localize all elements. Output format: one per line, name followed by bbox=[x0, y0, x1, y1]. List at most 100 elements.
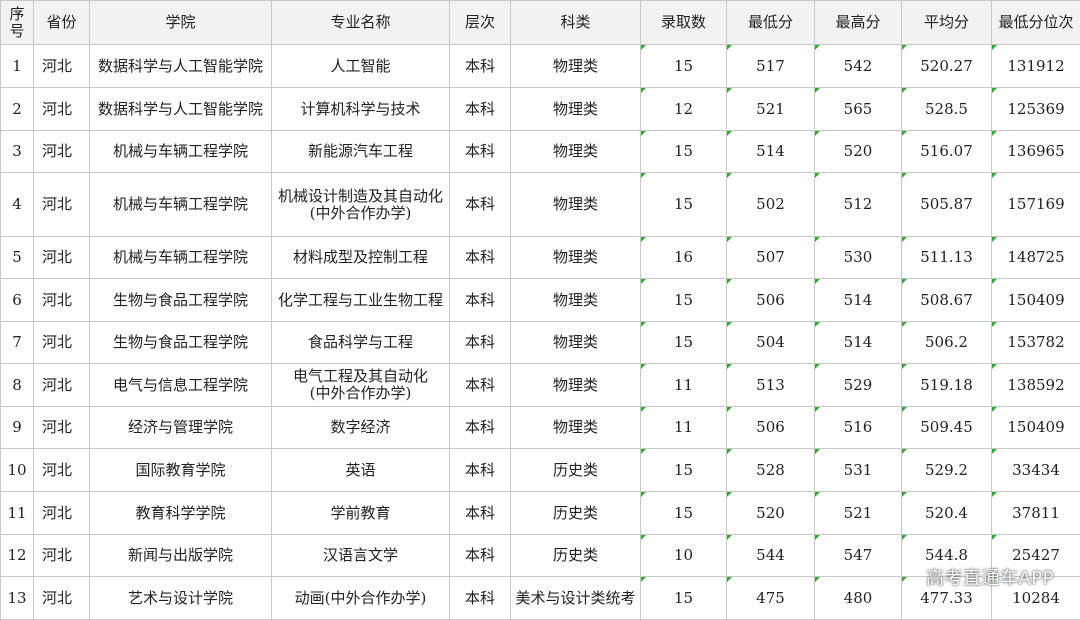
header-row: 序号省份学院专业名称层次科类录取数最低分最高分平均分最低分位次 bbox=[1, 1, 1080, 45]
cell-subject-type: 物理类 bbox=[511, 131, 641, 173]
cell-province: 河北 bbox=[34, 279, 90, 322]
cell-max-score: 520 bbox=[815, 131, 902, 173]
cell-province: 河北 bbox=[34, 364, 90, 407]
watermark: 高考直通车APP bbox=[926, 564, 1054, 590]
cell-province: 河北 bbox=[34, 407, 90, 449]
column-header-subject-type: 科类 bbox=[511, 1, 641, 45]
table-body: 1河北数据科学与人工智能学院人工智能本科物理类15517542520.27131… bbox=[1, 45, 1080, 620]
cell-max-score: 565 bbox=[815, 88, 902, 131]
cell-avg-score: 511.13 bbox=[902, 237, 992, 279]
cell-max-score: 514 bbox=[815, 322, 902, 364]
cell-seq: 3 bbox=[1, 131, 34, 173]
cell-level: 本科 bbox=[450, 535, 511, 577]
column-header-max-score: 最高分 bbox=[815, 1, 902, 45]
column-header-college: 学院 bbox=[90, 1, 272, 45]
cell-seq: 6 bbox=[1, 279, 34, 322]
cell-major: 数字经济 bbox=[272, 407, 450, 449]
cell-min-score: 513 bbox=[727, 364, 815, 407]
column-header-avg-score: 平均分 bbox=[902, 1, 992, 45]
cell-avg-score: 520.27 bbox=[902, 45, 992, 88]
cell-province: 河北 bbox=[34, 322, 90, 364]
cell-seq: 4 bbox=[1, 173, 34, 237]
column-header-level: 层次 bbox=[450, 1, 511, 45]
cell-min-rank: 148725 bbox=[992, 237, 1080, 279]
cell-min-score: 528 bbox=[727, 449, 815, 492]
cell-max-score: 516 bbox=[815, 407, 902, 449]
cell-level: 本科 bbox=[450, 88, 511, 131]
cell-major: 人工智能 bbox=[272, 45, 450, 88]
cell-level: 本科 bbox=[450, 45, 511, 88]
cell-admitted-count: 15 bbox=[641, 173, 727, 237]
cell-min-rank: 157169 bbox=[992, 173, 1080, 237]
cell-province: 河北 bbox=[34, 577, 90, 620]
cell-college: 数据科学与人工智能学院 bbox=[90, 88, 272, 131]
cell-min-score: 517 bbox=[727, 45, 815, 88]
cell-level: 本科 bbox=[450, 449, 511, 492]
cell-max-score: 514 bbox=[815, 279, 902, 322]
cell-seq: 10 bbox=[1, 449, 34, 492]
cell-level: 本科 bbox=[450, 237, 511, 279]
cell-min-score: 514 bbox=[727, 131, 815, 173]
cell-admitted-count: 15 bbox=[641, 131, 727, 173]
cell-min-score: 502 bbox=[727, 173, 815, 237]
cell-min-score: 521 bbox=[727, 88, 815, 131]
table-row: 13河北艺术与设计学院动画(中外合作办学)本科美术与设计类统考154754804… bbox=[1, 577, 1080, 620]
cell-min-rank: 136965 bbox=[992, 131, 1080, 173]
cell-max-score: 521 bbox=[815, 492, 902, 535]
cell-min-rank: 131912 bbox=[992, 45, 1080, 88]
cell-min-rank: 33434 bbox=[992, 449, 1080, 492]
cell-college: 机械与车辆工程学院 bbox=[90, 131, 272, 173]
cell-subject-type: 物理类 bbox=[511, 279, 641, 322]
cell-max-score: 542 bbox=[815, 45, 902, 88]
table-row: 10河北国际教育学院英语本科历史类15528531529.233434 bbox=[1, 449, 1080, 492]
cell-subject-type: 物理类 bbox=[511, 322, 641, 364]
cell-min-score: 507 bbox=[727, 237, 815, 279]
cell-max-score: 529 bbox=[815, 364, 902, 407]
cell-avg-score: 529.2 bbox=[902, 449, 992, 492]
column-header-min-score: 最低分 bbox=[727, 1, 815, 45]
cell-min-rank: 153782 bbox=[992, 322, 1080, 364]
table-row: 5河北机械与车辆工程学院材料成型及控制工程本科物理类16507530511.13… bbox=[1, 237, 1080, 279]
cell-max-score: 512 bbox=[815, 173, 902, 237]
cell-major: 食品科学与工程 bbox=[272, 322, 450, 364]
cell-level: 本科 bbox=[450, 173, 511, 237]
cell-min-rank: 138592 bbox=[992, 364, 1080, 407]
cell-avg-score: 508.67 bbox=[902, 279, 992, 322]
cell-min-rank: 150409 bbox=[992, 407, 1080, 449]
table-row: 12河北新闻与出版学院汉语言文学本科历史类10544547544.825427 bbox=[1, 535, 1080, 577]
cell-min-score: 504 bbox=[727, 322, 815, 364]
cell-college: 生物与食品工程学院 bbox=[90, 279, 272, 322]
cell-avg-score: 528.5 bbox=[902, 88, 992, 131]
table-row: 7河北生物与食品工程学院食品科学与工程本科物理类15504514506.2153… bbox=[1, 322, 1080, 364]
cell-admitted-count: 15 bbox=[641, 577, 727, 620]
cell-province: 河北 bbox=[34, 173, 90, 237]
cell-max-score: 531 bbox=[815, 449, 902, 492]
table-row: 4河北机械与车辆工程学院机械设计制造及其自动化 (中外合作办学)本科物理类155… bbox=[1, 173, 1080, 237]
cell-level: 本科 bbox=[450, 131, 511, 173]
cell-seq: 9 bbox=[1, 407, 34, 449]
cell-province: 河北 bbox=[34, 131, 90, 173]
cell-province: 河北 bbox=[34, 535, 90, 577]
cell-college: 教育科学学院 bbox=[90, 492, 272, 535]
cell-province: 河北 bbox=[34, 237, 90, 279]
cell-province: 河北 bbox=[34, 492, 90, 535]
column-header-province: 省份 bbox=[34, 1, 90, 45]
cell-min-score: 475 bbox=[727, 577, 815, 620]
cell-major: 化学工程与工业生物工程 bbox=[272, 279, 450, 322]
cell-admitted-count: 15 bbox=[641, 492, 727, 535]
cell-major: 计算机科学与技术 bbox=[272, 88, 450, 131]
cell-max-score: 547 bbox=[815, 535, 902, 577]
cell-province: 河北 bbox=[34, 45, 90, 88]
cell-max-score: 480 bbox=[815, 577, 902, 620]
cell-major: 材料成型及控制工程 bbox=[272, 237, 450, 279]
cell-min-rank: 150409 bbox=[992, 279, 1080, 322]
cell-subject-type: 物理类 bbox=[511, 45, 641, 88]
cell-major: 汉语言文学 bbox=[272, 535, 450, 577]
cell-college: 机械与车辆工程学院 bbox=[90, 237, 272, 279]
cell-major: 学前教育 bbox=[272, 492, 450, 535]
cell-college: 新闻与出版学院 bbox=[90, 535, 272, 577]
cell-level: 本科 bbox=[450, 364, 511, 407]
cell-avg-score: 509.45 bbox=[902, 407, 992, 449]
cell-subject-type: 物理类 bbox=[511, 88, 641, 131]
cell-avg-score: 516.07 bbox=[902, 131, 992, 173]
